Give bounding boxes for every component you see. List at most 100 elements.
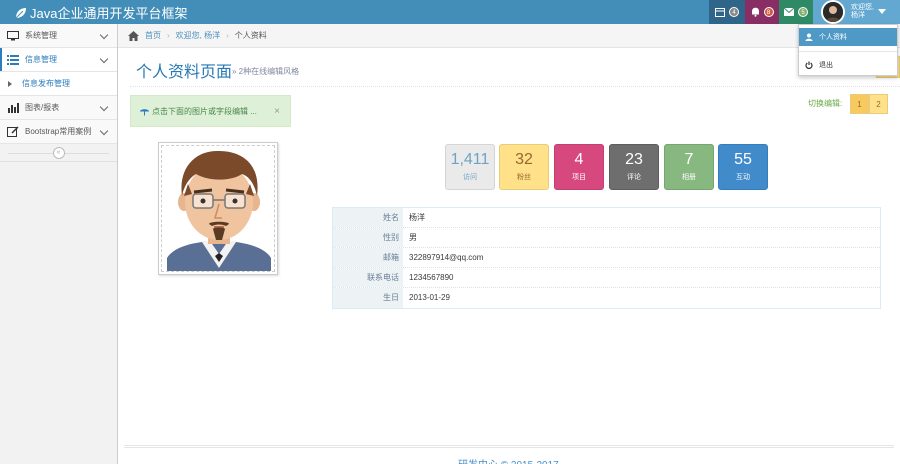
stat-value: 32 (515, 151, 533, 168)
field-value-name[interactable]: 杨洋 (403, 208, 425, 227)
envelope-icon (784, 8, 794, 16)
edit-hint-alert: 点击下面的图片或字段编辑 ... × (130, 95, 291, 127)
menu-divider (799, 51, 897, 52)
leaf-icon (15, 7, 26, 18)
sidebar-subitem-publish[interactable]: 信息发布管理 (0, 72, 117, 96)
stat-value: 4 (574, 151, 584, 168)
footer-divider (124, 445, 894, 448)
stat-box-albums[interactable]: 7 相册 (664, 144, 714, 190)
avatar (821, 0, 845, 24)
switch-label: 切换编辑: (808, 99, 843, 108)
menu-item-profile[interactable]: 个人资料 (799, 28, 897, 46)
stat-label: 互动 (736, 174, 750, 181)
field-name: 姓名 (333, 208, 403, 227)
notifications-badge: 8 (763, 7, 774, 17)
avatar-illustration (162, 146, 274, 271)
sidebar-item-charts[interactable]: 图表/报表 (0, 96, 117, 120)
navbar: Java企业通用开发平台框架 4 8 5 欢迎您, 杨洋 (0, 0, 900, 24)
sidebar-collapse[interactable]: « (0, 144, 117, 162)
sidebar-item-label: 信息管理 (25, 55, 57, 64)
notifications-button[interactable]: 8 (745, 0, 779, 24)
user-icon (805, 33, 813, 41)
profile-avatar[interactable] (158, 142, 278, 275)
sidebar-subitem-label: 信息发布管理 (22, 79, 70, 88)
alert-text: 点击下面的图片或字段编辑 ... (152, 106, 257, 116)
sidebar: 系统管理 信息管理 信息发布管理 图表/报表 Bootstrap常用案例 « (0, 24, 118, 464)
brand[interactable]: Java企业通用开发平台框架 (14, 3, 187, 22)
breadcrumb-current: 个人资料 (234, 31, 267, 40)
profile-row: 联系电话 1234567890 (333, 268, 880, 288)
menu-item-logout[interactable]: 退出 (799, 56, 897, 74)
power-icon (805, 61, 813, 69)
breadcrumb-welcome[interactable]: 欢迎您, 杨洋 (176, 30, 220, 41)
sidebar-item-info[interactable]: 信息管理 (0, 48, 117, 72)
user-menu-toggle[interactable]: 欢迎您, 杨洋 (813, 0, 900, 24)
page-subtitle: » 2种在线编辑风格 (232, 67, 300, 76)
stat-label: 评论 (627, 174, 641, 181)
chevron-down-icon (99, 30, 109, 40)
breadcrumb-separator: › (167, 31, 170, 40)
stat-box-followers[interactable]: 32 粉丝 (499, 144, 549, 190)
tasks-icon (715, 7, 725, 17)
caret-right-icon (8, 80, 12, 87)
stat-box-visits[interactable]: 1,411 访问 (445, 144, 495, 190)
welcome-text: 欢迎您, (851, 4, 874, 11)
close-icon[interactable]: × (274, 106, 280, 117)
list-icon (6, 54, 20, 66)
menu-item-label: 个人资料 (819, 34, 847, 41)
double-left-icon[interactable]: « (52, 146, 65, 159)
field-name: 联系电话 (333, 268, 403, 287)
username: 杨洋 (851, 12, 865, 19)
breadcrumb-separator: › (226, 31, 229, 40)
stat-value: 7 (684, 151, 694, 168)
field-value-gender[interactable]: 男 (403, 228, 417, 247)
umbrella-icon (140, 108, 149, 115)
bar-chart-icon (6, 102, 20, 114)
stat-value: 1,411 (450, 151, 490, 168)
header-divider (130, 86, 900, 87)
field-value-email[interactable]: 322897914@qq.com (403, 248, 483, 267)
stat-box-projects[interactable]: 4 项目 (554, 144, 604, 190)
stat-box-comments[interactable]: 23 评论 (609, 144, 659, 190)
tasks-button[interactable]: 4 (709, 0, 745, 24)
field-name: 性别 (333, 228, 403, 247)
sidebar-item-label: 图表/报表 (25, 103, 60, 112)
stat-label: 项目 (572, 174, 586, 181)
field-value-birthday[interactable]: 2013-01-29 (403, 288, 450, 308)
tasks-badge: 4 (729, 7, 739, 17)
stat-box-interactions[interactable]: 55 互动 (718, 144, 768, 190)
stat-value: 55 (734, 151, 752, 168)
stat-value: 23 (625, 151, 643, 168)
stat-label: 访问 (463, 174, 477, 181)
brand-title: Java企业通用开发平台框架 (30, 6, 188, 21)
footer-text: 研发中心 © 2015-2017 (458, 456, 559, 464)
sidebar-item-label: Bootstrap常用案例 (25, 127, 92, 136)
switch-option-2[interactable]: 2 (869, 94, 888, 114)
edit-icon (6, 126, 20, 138)
stat-label: 相册 (682, 174, 696, 181)
profile-row: 邮箱 322897914@qq.com (333, 248, 880, 268)
profile-info-table: 姓名 杨洋 性别 男 邮箱 322897914@qq.com 联系电话 1234… (332, 207, 881, 309)
switch-option-1[interactable]: 1 (850, 94, 869, 114)
chevron-down-icon (99, 54, 109, 64)
sidebar-item-system[interactable]: 系统管理 (0, 24, 117, 48)
profile-row: 生日 2013-01-29 (333, 288, 880, 308)
sidebar-item-label: 系统管理 (25, 31, 57, 40)
chevron-down-icon (99, 126, 109, 136)
field-name: 邮箱 (333, 248, 403, 267)
home-icon (128, 30, 139, 41)
stat-label: 粉丝 (517, 174, 531, 181)
monitor-icon (6, 30, 20, 42)
menu-item-label: 退出 (819, 62, 833, 69)
field-name: 生日 (333, 288, 403, 308)
field-value-phone[interactable]: 1234567890 (403, 268, 454, 287)
breadcrumb-home[interactable]: 首页 (145, 30, 161, 41)
user-dropdown-menu: 个人资料 退出 (798, 24, 898, 76)
sidebar-item-bootstrap[interactable]: Bootstrap常用案例 (0, 120, 117, 144)
profile-row: 性别 男 (333, 228, 880, 248)
messages-button[interactable]: 5 (779, 0, 813, 24)
chevron-down-icon (99, 102, 109, 112)
breadcrumb: 首页 › 欢迎您, 杨洋 › 个人资料 (118, 24, 900, 48)
profile-row: 姓名 杨洋 (333, 208, 880, 228)
caret-down-icon (878, 9, 886, 14)
